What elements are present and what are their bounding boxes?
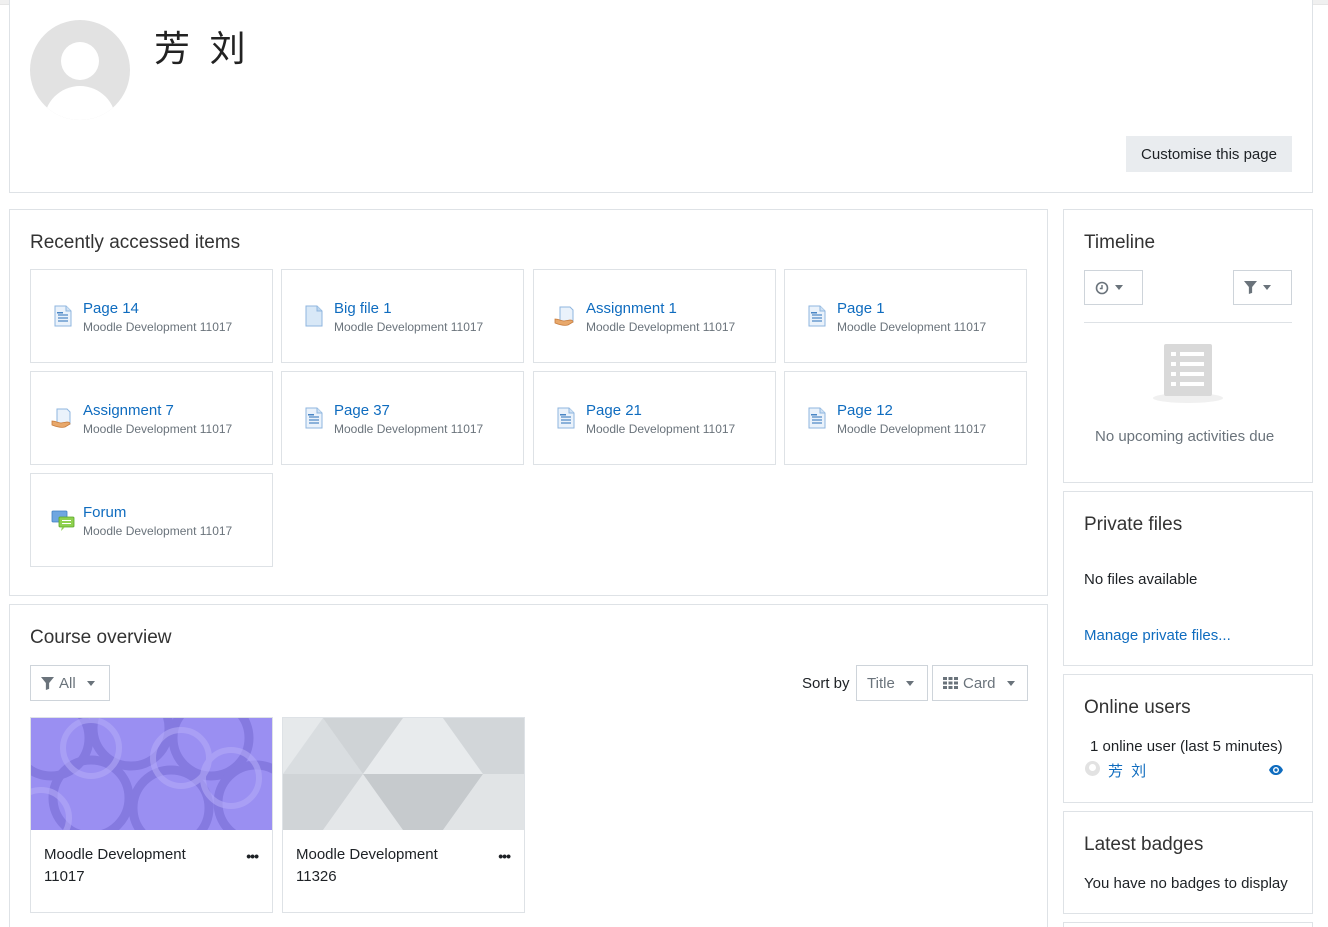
course-image [283, 718, 524, 830]
manage-private-files-link[interactable]: Manage private files... [1084, 627, 1231, 644]
recent-item-name[interactable]: Page 14 [83, 300, 139, 317]
online-users-summary: 1 online user (last 5 minutes) [1090, 738, 1283, 755]
user-avatar-small [1085, 761, 1100, 776]
recent-item-name[interactable]: Assignment 1 [586, 300, 677, 317]
overview-block-title: Course overview [30, 627, 172, 648]
timeline-empty-message: No upcoming activities due [1095, 428, 1275, 445]
filter-icon [41, 676, 54, 690]
latest-badges-block: Latest badges You have no badges to disp… [1063, 811, 1313, 914]
recent-item[interactable]: Page 21 Moodle Development 11017 [533, 371, 776, 465]
recent-item[interactable]: Page 14 Moodle Development 11017 [30, 269, 273, 363]
sort-by-label: Sort by [802, 675, 850, 692]
view-value: Card [963, 674, 996, 692]
file-icon [302, 304, 326, 328]
recently-accessed-block: Recently accessed items Page 14 Moodle De… [9, 209, 1048, 596]
recent-item[interactable]: Forum Moodle Development 11017 [30, 473, 273, 567]
recent-item-name[interactable]: Big file 1 [334, 300, 392, 317]
badges-empty-message: You have no badges to display [1084, 875, 1288, 892]
course-card[interactable]: Moodle Development 11017 ••• [30, 717, 273, 913]
grid-icon [943, 677, 958, 689]
course-overview-block: Course overview All Sort by Title Card M… [9, 604, 1048, 927]
recent-item[interactable]: Big file 1 Moodle Development 11017 [281, 269, 524, 363]
empty-list-icon [1153, 344, 1223, 403]
page-title: 芳 刘 [154, 29, 250, 70]
private-files-block: Private files No files available Manage … [1063, 491, 1313, 666]
timeline-block: Timeline No upcoming activities due [1063, 209, 1313, 483]
assignment-icon [51, 406, 75, 430]
view-dropdown[interactable]: Card [932, 665, 1028, 701]
recent-item-name[interactable]: Forum [83, 504, 126, 521]
page-icon [51, 304, 75, 328]
timeline-date-filter[interactable] [1084, 270, 1143, 305]
sort-value: Title [867, 674, 895, 692]
timeline-sort-filter[interactable] [1233, 270, 1292, 305]
recent-item[interactable]: Page 12 Moodle Development 11017 [784, 371, 1027, 465]
online-user-link[interactable]: 芳 刘 [1108, 760, 1148, 781]
recent-item-course: Moodle Development 11017 [334, 422, 484, 436]
recent-item-name[interactable]: Page 37 [334, 402, 390, 419]
recent-item-course: Moodle Development 11017 [837, 320, 987, 334]
page-icon [554, 406, 578, 430]
recent-item[interactable]: Assignment 1 Moodle Development 11017 [533, 269, 776, 363]
user-avatar [30, 20, 130, 120]
recent-item-course: Moodle Development 11017 [837, 422, 987, 436]
course-name[interactable]: Moodle Development 11017 [44, 844, 224, 888]
recent-item-course: Moodle Development 11017 [83, 422, 233, 436]
profile-header: 芳 刘 Customise this page [9, 0, 1313, 193]
course-image [31, 718, 272, 830]
course-name[interactable]: Moodle Development 11326 [296, 844, 476, 888]
page-icon [302, 406, 326, 430]
recent-item-name[interactable]: Assignment 7 [83, 402, 174, 419]
course-menu-icon[interactable]: ••• [246, 848, 259, 864]
filter-label: All [59, 674, 76, 692]
online-users-block: Online users 1 online user (last 5 minut… [1063, 674, 1313, 803]
page-icon [805, 304, 829, 328]
course-filter-dropdown[interactable]: All [30, 665, 110, 701]
eye-icon[interactable] [1268, 764, 1284, 776]
assignment-icon [554, 304, 578, 328]
recent-item-course: Moodle Development 11017 [334, 320, 484, 334]
sort-dropdown[interactable]: Title [856, 665, 928, 701]
recent-item-course: Moodle Development 11017 [83, 524, 233, 538]
forum-icon [51, 508, 75, 532]
customise-page-button[interactable]: Customise this page [1126, 136, 1292, 172]
recent-item-name[interactable]: Page 21 [586, 402, 642, 419]
recent-item-course: Moodle Development 11017 [586, 422, 736, 436]
recent-item-course: Moodle Development 11017 [586, 320, 736, 334]
private-files-title: Private files [1084, 514, 1183, 535]
latest-badges-title: Latest badges [1084, 834, 1204, 855]
recent-item[interactable]: Page 1 Moodle Development 11017 [784, 269, 1027, 363]
recent-item-name[interactable]: Page 1 [837, 300, 885, 317]
clock-icon [1095, 281, 1109, 294]
page-icon [805, 406, 829, 430]
recent-item-course: Moodle Development 11017 [83, 320, 233, 334]
next-block [1063, 922, 1313, 927]
course-card[interactable]: Moodle Development 11326 ••• [282, 717, 525, 913]
recent-item-name[interactable]: Page 12 [837, 402, 893, 419]
private-files-empty: No files available [1084, 571, 1198, 588]
timeline-title: Timeline [1084, 232, 1156, 253]
online-users-title: Online users [1084, 697, 1191, 718]
filter-icon [1244, 281, 1257, 294]
recent-block-title: Recently accessed items [30, 232, 241, 253]
recent-item[interactable]: Page 37 Moodle Development 11017 [281, 371, 524, 465]
course-menu-icon[interactable]: ••• [498, 848, 511, 864]
recent-item[interactable]: Assignment 7 Moodle Development 11017 [30, 371, 273, 465]
